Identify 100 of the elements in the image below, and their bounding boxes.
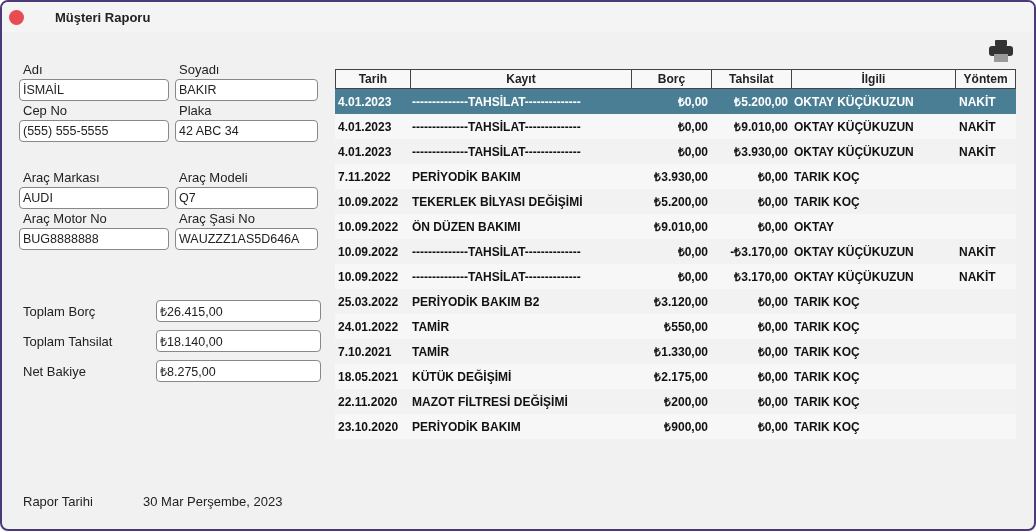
column-header[interactable]: Yöntem [955,70,1015,88]
table-row[interactable]: 7.11.2022 PERİYODİK BAKIM ₺3.930,00 ₺0,00 TARIK KOÇ [335,164,1016,189]
table-cell: OKTAY KÜÇÜKUZUN [794,144,914,159]
table-cell: TARIK KOÇ [794,394,860,409]
table-cell: TARIK KOÇ [794,369,860,384]
table-cell: 10.09.2022 [338,269,399,284]
table-cell: ₺0,00 [677,145,708,159]
table-cell: KÜTÜK DEĞİŞİMİ [412,369,512,384]
total-field[interactable]: ₺8.275,00 [156,360,321,382]
table-cell: ₺0,00 [677,270,708,284]
table-cell: TARIK KOÇ [794,344,860,359]
table-cell: NAKİT [959,119,996,134]
table-cell: OKTAY KÜÇÜKUZUN [794,269,914,284]
input-field[interactable]: Q7 [175,187,318,209]
table-cell: OKTAY [794,219,834,234]
table-cell: PERİYODİK BAKIM [412,169,521,184]
table-cell: 23.10.2020 [338,419,399,434]
table-cell: TARIK KOÇ [794,419,860,434]
table-cell: 4.01.2023 [338,144,392,159]
table-cell: 10.09.2022 [338,219,399,234]
table-cell: ₺0,00 [757,220,788,234]
input-field[interactable]: AUDI [19,187,169,209]
table-cell: ₺9.010,00 [734,120,788,134]
table-cell: ₺0,00 [757,320,788,334]
table-cell: ₺3.120,00 [654,295,708,309]
table-cell: ₺1.330,00 [654,345,708,359]
input-field[interactable]: İSMAİL [19,79,169,101]
table-cell: --------------TAHSİLAT-------------- [412,244,581,259]
total-field[interactable]: ₺18.140,00 [156,330,321,352]
table-cell: NAKİT [959,144,996,159]
table-cell: TAMİR [412,319,450,334]
table-cell: -₺3.170,00 [730,245,788,259]
table-cell: --------------TAHSİLAT-------------- [412,144,581,159]
column-header[interactable]: Tarih [336,70,410,88]
table-cell: ₺900,00 [664,420,708,434]
table-row[interactable]: 10.09.2022 --------------TAHSİLAT-------------- ₺0,00 ₺3.170,00 OKTAY KÜÇÜKUZUN NAKİT [335,264,1016,289]
input-field[interactable]: BUG8888888 [19,228,169,250]
table-cell: ₺0,00 [757,420,788,434]
table-cell: 7.10.2021 [338,344,392,359]
field-label: Araç Markası [22,170,101,186]
table-cell: 22.11.2020 [338,394,398,409]
table-row[interactable]: 23.10.2020 PERİYODİK BAKIM ₺900,00 ₺0,00 TARIK KOÇ [335,414,1016,439]
field-label: Adı [22,62,44,78]
printer-icon[interactable] [989,40,1013,62]
table-cell: TARIK KOÇ [794,194,860,209]
field-label: Araç Modeli [178,170,249,186]
column-header[interactable]: İlgili [790,70,956,88]
table-cell: ₺200,00 [664,395,708,409]
table-cell: TEKERLEK BİLYASI DEĞİŞİMİ [412,194,583,209]
table-row[interactable]: 4.01.2023 --------------TAHSİLAT-------------- ₺0,00 ₺9.010,00 OKTAY KÜÇÜKUZUN NAKİT [335,114,1016,139]
field-label: Araç Motor No [22,211,108,227]
table-cell: ₺3.170,00 [734,270,788,284]
input-field[interactable]: 42 ABC 34 [175,120,318,142]
close-button[interactable] [9,9,24,25]
table-cell: ₺550,00 [664,320,708,334]
input-field[interactable]: BAKIR [175,79,318,101]
table-row[interactable]: 18.05.2021 KÜTÜK DEĞİŞİMİ ₺2.175,00 ₺0,00 TARIK KOÇ [335,364,1016,389]
table-cell: ₺9.010,00 [654,220,708,234]
report-date-label: Rapor Tarihi [22,494,94,509]
table-row[interactable]: 24.01.2022 TAMİR ₺550,00 ₺0,00 TARIK KOÇ [335,314,1016,339]
table-cell: MAZOT FİLTRESİ DEĞİŞİMİ [412,394,568,409]
table-cell: 10.09.2022 [338,244,399,259]
table-cell: NAKİT [959,94,996,109]
table-cell: ₺0,00 [677,95,708,109]
table-cell: 24.01.2022 [338,319,399,334]
table-cell: ₺0,00 [757,170,788,184]
column-header[interactable]: Kayıt [409,70,632,88]
field-label: Cep No [22,103,69,119]
input-field[interactable]: WAUZZZ1AS5D646A [175,228,318,250]
table-cell: NAKİT [959,269,996,284]
table-cell: 18.05.2021 [338,369,399,384]
table-cell: --------------TAHSİLAT-------------- [412,119,581,134]
table-cell: --------------TAHSİLAT-------------- [412,269,581,284]
table-cell: NAKİT [959,244,996,259]
table-cell: 25.03.2022 [338,294,399,309]
table-cell: ÖN DÜZEN BAKIMI [412,219,521,234]
report-date: 30 Mar Perşembe, 2023 [143,494,283,509]
field-label: Plaka [178,103,213,119]
table-cell: OKTAY KÜÇÜKUZUN [794,94,914,109]
total-label: Net Bakiye [22,363,87,379]
table-cell: ₺0,00 [757,370,788,384]
table-cell: TARIK KOÇ [794,319,860,334]
table-cell: ₺0,00 [757,295,788,309]
window-title: Müşteri Raporu [55,9,151,25]
table-cell: ₺0,00 [677,245,708,259]
total-field[interactable]: ₺26.415,00 [156,300,321,322]
input-field[interactable]: (555) 555-5555 [19,120,169,142]
table-cell: ₺0,00 [757,395,788,409]
table-cell: --------------TAHSİLAT-------------- [412,94,581,109]
table-cell: ₺0,00 [757,345,788,359]
table-row[interactable]: 4.01.2023 --------------TAHSİLAT-------------- ₺0,00 ₺5.200,00 OKTAY KÜÇÜKUZUN NAKİT [335,89,1016,114]
column-header[interactable]: Tahsilat [710,70,791,88]
table-cell: ₺0,00 [757,195,788,209]
table-row[interactable]: 10.09.2022 ÖN DÜZEN BAKIMI ₺9.010,00 ₺0,00 OKTAY [335,214,1016,239]
table-cell: ₺3.930,00 [734,145,788,159]
column-header[interactable]: Borç [631,70,711,88]
table-cell: 10.09.2022 [338,194,399,209]
field-label: Araç Şasi No [178,211,256,227]
field-label: Soyadı [178,62,221,78]
table-cell: OKTAY KÜÇÜKUZUN [794,119,914,134]
